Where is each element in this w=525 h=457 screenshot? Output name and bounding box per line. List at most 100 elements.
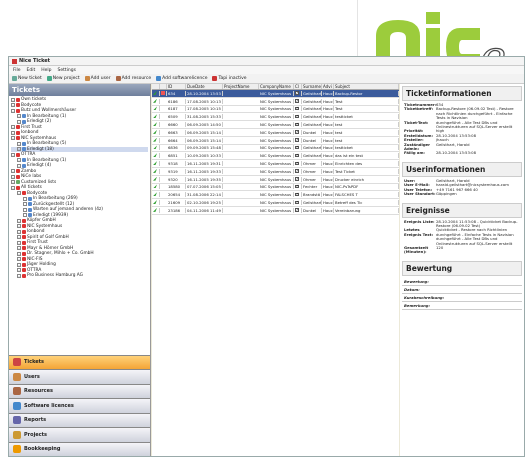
table-row[interactable]: 618617.08.2005 10:13 NIC Systemhaus Geilst… (152, 98, 399, 106)
table-row[interactable]: 618717.08.2005 10:15 NIC Systemhaus Geilst… (152, 106, 399, 114)
nav-tickets[interactable]: Tickets (9, 354, 150, 369)
expand-toggle-icon[interactable]: – (17, 257, 21, 262)
nav-projects[interactable]: Projects (9, 427, 150, 442)
menu-item[interactable]: Settings (58, 68, 76, 73)
toolbar-button[interactable]: New project (46, 76, 80, 81)
closed-checkbox[interactable] (295, 153, 299, 158)
table-row[interactable]: 63428.10.2004 13:53 NIC Systemhaus Geilsth… (152, 90, 399, 98)
table-row[interactable]: 2160902.10.2006 19:25 NIC Systemhaus Geils… (152, 199, 399, 207)
column-header[interactable]: CompanyName (259, 84, 294, 89)
closed-checkbox[interactable] (295, 99, 299, 103)
closed-cell (294, 114, 302, 120)
table-row[interactable]: 1858007.07.2006 15:05 NIC Systemhaus Fecht… (152, 184, 399, 192)
column-header[interactable]: DueDate (186, 84, 223, 89)
column-header[interactable] (160, 84, 167, 89)
expand-toggle-icon[interactable]: – (17, 163, 21, 168)
expand-toggle-icon[interactable]: – (11, 169, 15, 174)
expand-toggle-icon[interactable]: – (11, 130, 15, 135)
expand-toggle-icon[interactable]: – (11, 103, 15, 108)
table-row[interactable]: 666006.09.2005 14:50 NIC Systemhaus Geilst… (152, 121, 399, 129)
menu-item[interactable]: Help (41, 68, 51, 73)
expand-toggle-icon[interactable]: – (17, 229, 21, 234)
column-header[interactable]: Subject (334, 84, 399, 89)
expand-toggle-icon[interactable]: – (17, 119, 21, 124)
expand-toggle-icon[interactable]: – (17, 218, 21, 223)
expand-toggle-icon[interactable]: – (17, 141, 21, 146)
table-row[interactable]: 666306.09.2005 15:14 NIC Systemhaus Dunkel… (152, 129, 399, 137)
expand-toggle-icon[interactable]: – (11, 108, 15, 113)
closed-checkbox[interactable] (295, 185, 299, 189)
table-row[interactable]: 685110.09.2005 10:33 NIC Systemhaus Geilst… (152, 152, 399, 161)
flag-cell (152, 184, 160, 190)
expand-toggle-icon[interactable]: – (11, 180, 15, 185)
left-panel: Tickets – Own tickets – Bodycote – Butz und W… (9, 84, 151, 456)
toolbar-button[interactable]: Add softwarelicence (156, 76, 207, 81)
column-header[interactable] (152, 84, 160, 89)
expand-toggle-icon[interactable]: – (17, 191, 21, 196)
toolbar-button[interactable]: Add resource (115, 76, 151, 81)
expand-toggle-icon[interactable]: – (17, 240, 21, 245)
toolbar-button[interactable]: Add user (84, 76, 111, 81)
tree-item[interactable]: – Pro Business Hamburg AG (11, 273, 148, 279)
expand-toggle-icon[interactable]: – (17, 268, 21, 273)
subject-cell: das ist ein test (334, 153, 399, 159)
expand-toggle-icon[interactable]: – (17, 251, 21, 256)
duedate-cell: 28.10.2004 13:53 (186, 90, 223, 96)
expand-toggle-icon[interactable]: – (11, 97, 15, 102)
table-row[interactable]: 2065431.08.2006 22:14 NIC Systemhaus Brand… (152, 191, 399, 200)
expand-toggle-icon[interactable]: – (17, 158, 21, 163)
expand-toggle-icon[interactable]: – (17, 273, 21, 278)
closed-checkbox[interactable] (295, 91, 299, 95)
table-row[interactable]: 931916.11.2005 19:33 NIC Systemhaus OhmerH… (152, 168, 399, 176)
expand-toggle-icon[interactable]: – (11, 185, 15, 190)
expand-toggle-icon[interactable]: – (11, 136, 15, 141)
toolbar-button[interactable]: New ticket (12, 76, 42, 81)
closed-checkbox[interactable] (295, 107, 299, 111)
nav-users[interactable]: Users (9, 369, 150, 384)
menu-item[interactable]: Edit (27, 68, 36, 73)
closed-checkbox[interactable] (295, 130, 299, 134)
table-row[interactable]: 683609.09.2005 15:48 NIC Systemhaus Geilst… (152, 145, 399, 153)
table-row[interactable]: 650931.08.2005 15:33 NIC Systemhaus Geilst… (152, 113, 399, 122)
closed-checkbox[interactable] (295, 114, 299, 119)
nav-reports[interactable]: Reports (9, 412, 150, 427)
expand-toggle-icon[interactable]: – (17, 246, 21, 251)
toolbar-button[interactable]: Tapi inactive (212, 76, 247, 81)
table-row[interactable]: 666406.09.2005 15:14 NIC Systemhaus Dunkel… (152, 137, 399, 145)
expand-toggle-icon[interactable] (23, 213, 27, 218)
flag-cell (152, 137, 160, 143)
nav-software-licences[interactable]: Software licences (9, 398, 150, 413)
expand-toggle-icon[interactable]: – (17, 147, 21, 152)
expand-toggle-icon[interactable]: – (11, 152, 15, 157)
column-header[interactable]: Surname (302, 84, 322, 89)
closed-checkbox[interactable] (295, 177, 299, 181)
closed-checkbox[interactable] (295, 161, 299, 166)
nav-resources[interactable]: Resources (9, 383, 150, 398)
closed-checkbox[interactable] (295, 138, 299, 142)
expand-toggle-icon[interactable]: – (17, 224, 21, 229)
table-row[interactable]: 932016.11.2005 19:35 NIC Systemhaus OhmerH… (152, 176, 399, 184)
expand-toggle-icon[interactable] (23, 202, 27, 207)
expand-toggle-icon[interactable] (23, 196, 27, 201)
table-row[interactable]: 2318604.11.2006 11:49 NIC Systemhaus Dunke… (152, 207, 399, 215)
expand-toggle-icon[interactable]: – (11, 125, 15, 130)
closed-checkbox[interactable] (295, 200, 299, 205)
column-header[interactable]: ProjectName (223, 84, 259, 89)
expand-toggle-icon[interactable]: – (17, 114, 21, 119)
expand-toggle-icon[interactable] (23, 207, 27, 212)
expand-toggle-icon[interactable]: – (17, 235, 21, 240)
toolbar-icon (84, 76, 90, 81)
closed-checkbox[interactable] (295, 146, 299, 150)
closed-checkbox[interactable] (295, 122, 299, 127)
column-header[interactable]: Cl (294, 84, 302, 89)
closed-checkbox[interactable] (295, 192, 299, 197)
column-header[interactable]: Advi (322, 84, 334, 89)
menu-item[interactable]: File (13, 68, 21, 73)
column-header[interactable]: ID (167, 84, 186, 89)
expand-toggle-icon[interactable]: – (11, 174, 15, 179)
closed-checkbox[interactable] (295, 169, 299, 173)
table-row[interactable]: 931816.11.2005 19:31 NIC Systemhaus OhmerH… (152, 160, 399, 168)
nav-bookkeeping[interactable]: Bookkeeping (9, 441, 150, 456)
closed-checkbox[interactable] (295, 208, 299, 212)
expand-toggle-icon[interactable]: – (17, 262, 21, 267)
